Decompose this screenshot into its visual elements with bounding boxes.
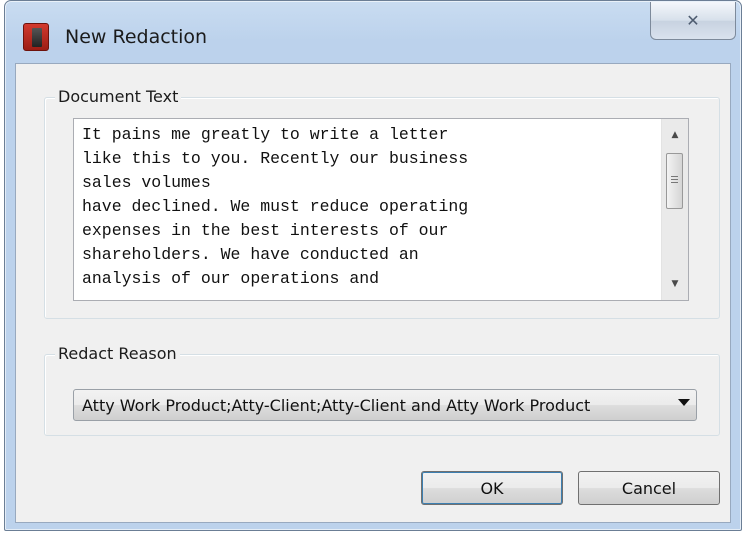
redact-reason-dropdown[interactable]: Atty Work Product;Atty-Client;Atty-Clien…: [73, 389, 697, 421]
dialog-body: Document Text It pains me greatly to wri…: [15, 63, 731, 523]
grip-icon: [671, 176, 678, 185]
document-text-area[interactable]: It pains me greatly to write a letter li…: [73, 118, 689, 301]
cancel-button[interactable]: Cancel: [578, 471, 720, 505]
new-redaction-dialog: New Redaction ✕ Document Text It pains m…: [4, 0, 742, 531]
redact-reason-group: Redact Reason Atty Work Product;Atty-Cli…: [44, 344, 720, 436]
document-text-content[interactable]: It pains me greatly to write a letter li…: [82, 123, 652, 291]
redact-reason-selected-value: Atty Work Product;Atty-Client;Atty-Clien…: [82, 396, 591, 415]
chevron-down-icon[interactable]: [678, 399, 690, 406]
title-bar[interactable]: New Redaction ✕: [5, 1, 741, 63]
close-button[interactable]: ✕: [650, 2, 736, 40]
document-text-group: Document Text It pains me greatly to wri…: [44, 87, 720, 319]
scroll-up-arrow-icon[interactable]: ▲: [662, 123, 688, 147]
close-icon: ✕: [686, 11, 700, 30]
redaction-app-icon: [23, 23, 49, 51]
document-text-label: Document Text: [55, 87, 182, 107]
vertical-scrollbar[interactable]: ▲ ▼: [661, 119, 688, 300]
scrollbar-thumb[interactable]: [666, 153, 683, 209]
scroll-down-arrow-icon[interactable]: ▼: [662, 272, 688, 296]
ok-button[interactable]: OK: [421, 471, 563, 505]
redact-reason-label: Redact Reason: [55, 344, 180, 364]
dialog-title: New Redaction: [65, 26, 208, 48]
